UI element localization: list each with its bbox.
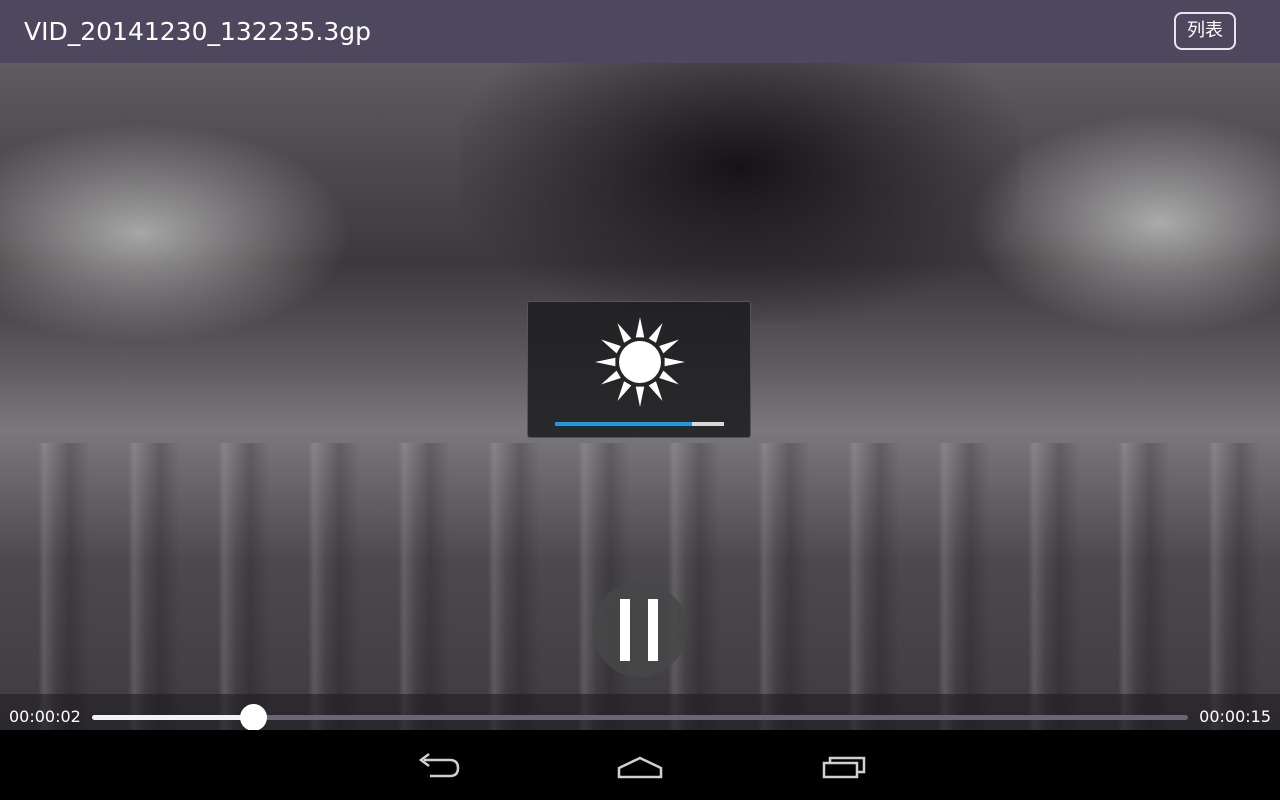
sun-ray bbox=[601, 339, 621, 354]
total-time: 00:00:15 bbox=[1199, 707, 1271, 726]
sun-ray bbox=[617, 381, 632, 401]
brightness-level-fill bbox=[555, 422, 692, 426]
list-button[interactable]: 列表 bbox=[1174, 12, 1236, 50]
back-button[interactable] bbox=[408, 748, 468, 782]
recent-apps-icon bbox=[822, 756, 866, 779]
home-icon bbox=[617, 756, 663, 779]
seek-bar-played bbox=[92, 715, 254, 720]
seek-bar[interactable] bbox=[92, 704, 1188, 731]
sun-ray bbox=[635, 386, 645, 407]
sun-ray bbox=[659, 339, 679, 354]
pause-icon bbox=[620, 599, 630, 661]
video-surface[interactable] bbox=[0, 63, 1280, 730]
video-title: VID_20141230_132235.3gp bbox=[24, 17, 371, 46]
seek-thumb[interactable] bbox=[240, 704, 268, 731]
system-nav-bar bbox=[0, 730, 1280, 800]
sun-ray bbox=[648, 381, 663, 401]
sun-ray bbox=[617, 323, 632, 343]
back-icon bbox=[418, 753, 460, 778]
title-bar: VID_20141230_132235.3gp 列表 bbox=[0, 0, 1280, 63]
recent-apps-button[interactable] bbox=[813, 748, 873, 782]
sun-ray bbox=[635, 317, 645, 338]
playback-controls: 00:00:02 00:00:15 bbox=[0, 694, 1280, 731]
current-time: 00:00:02 bbox=[9, 707, 81, 726]
brightness-level-bar bbox=[555, 422, 724, 426]
pause-button[interactable] bbox=[592, 582, 687, 677]
home-button[interactable] bbox=[610, 748, 670, 782]
video-frame-shadow bbox=[460, 63, 1020, 323]
sun-ray bbox=[648, 323, 663, 343]
sun-ray bbox=[595, 357, 616, 367]
sun-ray bbox=[659, 370, 679, 385]
sun-icon bbox=[595, 317, 685, 407]
brightness-overlay bbox=[527, 301, 751, 438]
sun-ray bbox=[664, 357, 685, 367]
sun-ray bbox=[601, 370, 621, 385]
pause-icon-bar bbox=[648, 599, 658, 661]
